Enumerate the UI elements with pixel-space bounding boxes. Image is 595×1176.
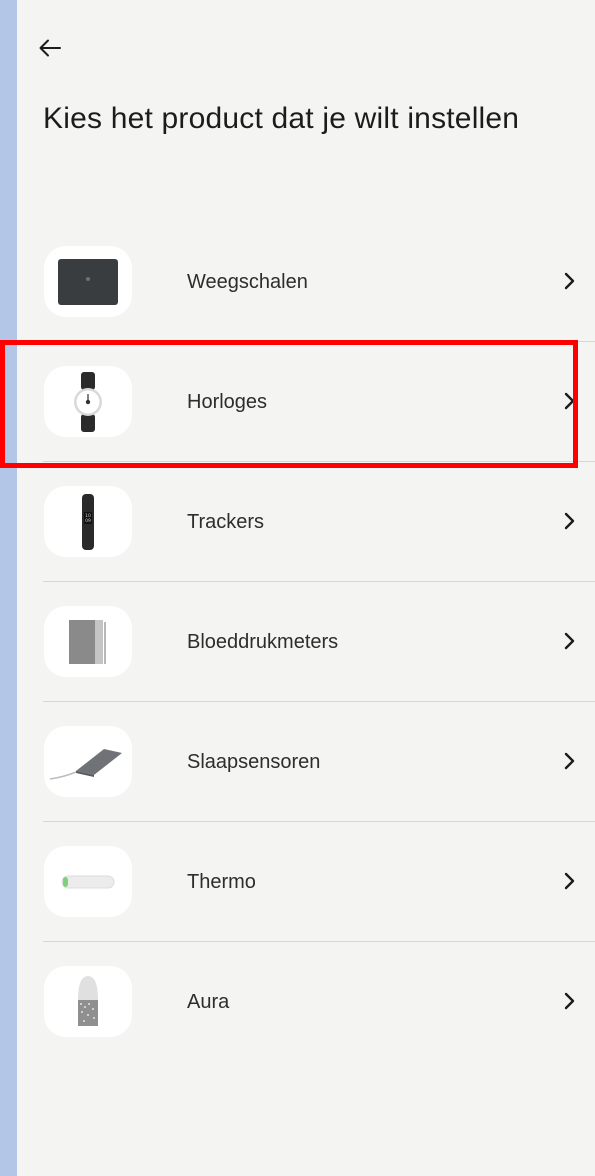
- chevron-right-icon: [564, 272, 575, 290]
- aura-lamp-icon: [44, 966, 132, 1037]
- product-item-thermo[interactable]: Thermo: [17, 822, 595, 942]
- product-item-trackers[interactable]: 10 09 Trackers: [17, 462, 595, 582]
- chevron-right-icon: [564, 992, 575, 1010]
- product-label: Slaapsensoren: [187, 751, 321, 773]
- back-button[interactable]: [39, 28, 79, 68]
- product-label: Weegschalen: [187, 271, 308, 293]
- sleep-sensor-icon: [44, 726, 132, 797]
- product-label: Thermo: [187, 871, 256, 893]
- screen: Kies het product dat je wilt instellen W…: [17, 0, 595, 1176]
- product-list: Weegschalen Horloges 10 09 Trackers Bloe…: [17, 222, 595, 1062]
- scale-icon: [44, 246, 132, 317]
- product-item-horloges[interactable]: Horloges: [17, 342, 595, 462]
- chevron-right-icon: [564, 512, 575, 530]
- chevron-right-icon: [564, 752, 575, 770]
- product-label: Aura: [187, 991, 230, 1013]
- blood-pressure-monitor-icon: [44, 606, 132, 677]
- product-label: Horloges: [187, 391, 268, 413]
- arrow-left-icon: [39, 39, 61, 57]
- product-item-slaapsensoren[interactable]: Slaapsensoren: [17, 702, 595, 822]
- chevron-right-icon: [564, 392, 575, 410]
- chevron-right-icon: [564, 632, 575, 650]
- watch-icon: [44, 366, 132, 437]
- chevron-right-icon: [564, 872, 575, 890]
- product-item-weegschalen[interactable]: Weegschalen: [17, 222, 595, 342]
- product-label: Bloeddrukmeters: [187, 631, 339, 653]
- product-item-aura[interactable]: Aura: [17, 942, 595, 1062]
- page-title: Kies het product dat je wilt instellen: [43, 102, 520, 135]
- product-label: Trackers: [187, 511, 265, 533]
- svg-text:09: 09: [85, 518, 91, 524]
- tracker-icon: 10 09: [44, 486, 132, 557]
- product-item-bloeddrukmeters[interactable]: Bloeddrukmeters: [17, 582, 595, 702]
- thermometer-icon: [44, 846, 132, 917]
